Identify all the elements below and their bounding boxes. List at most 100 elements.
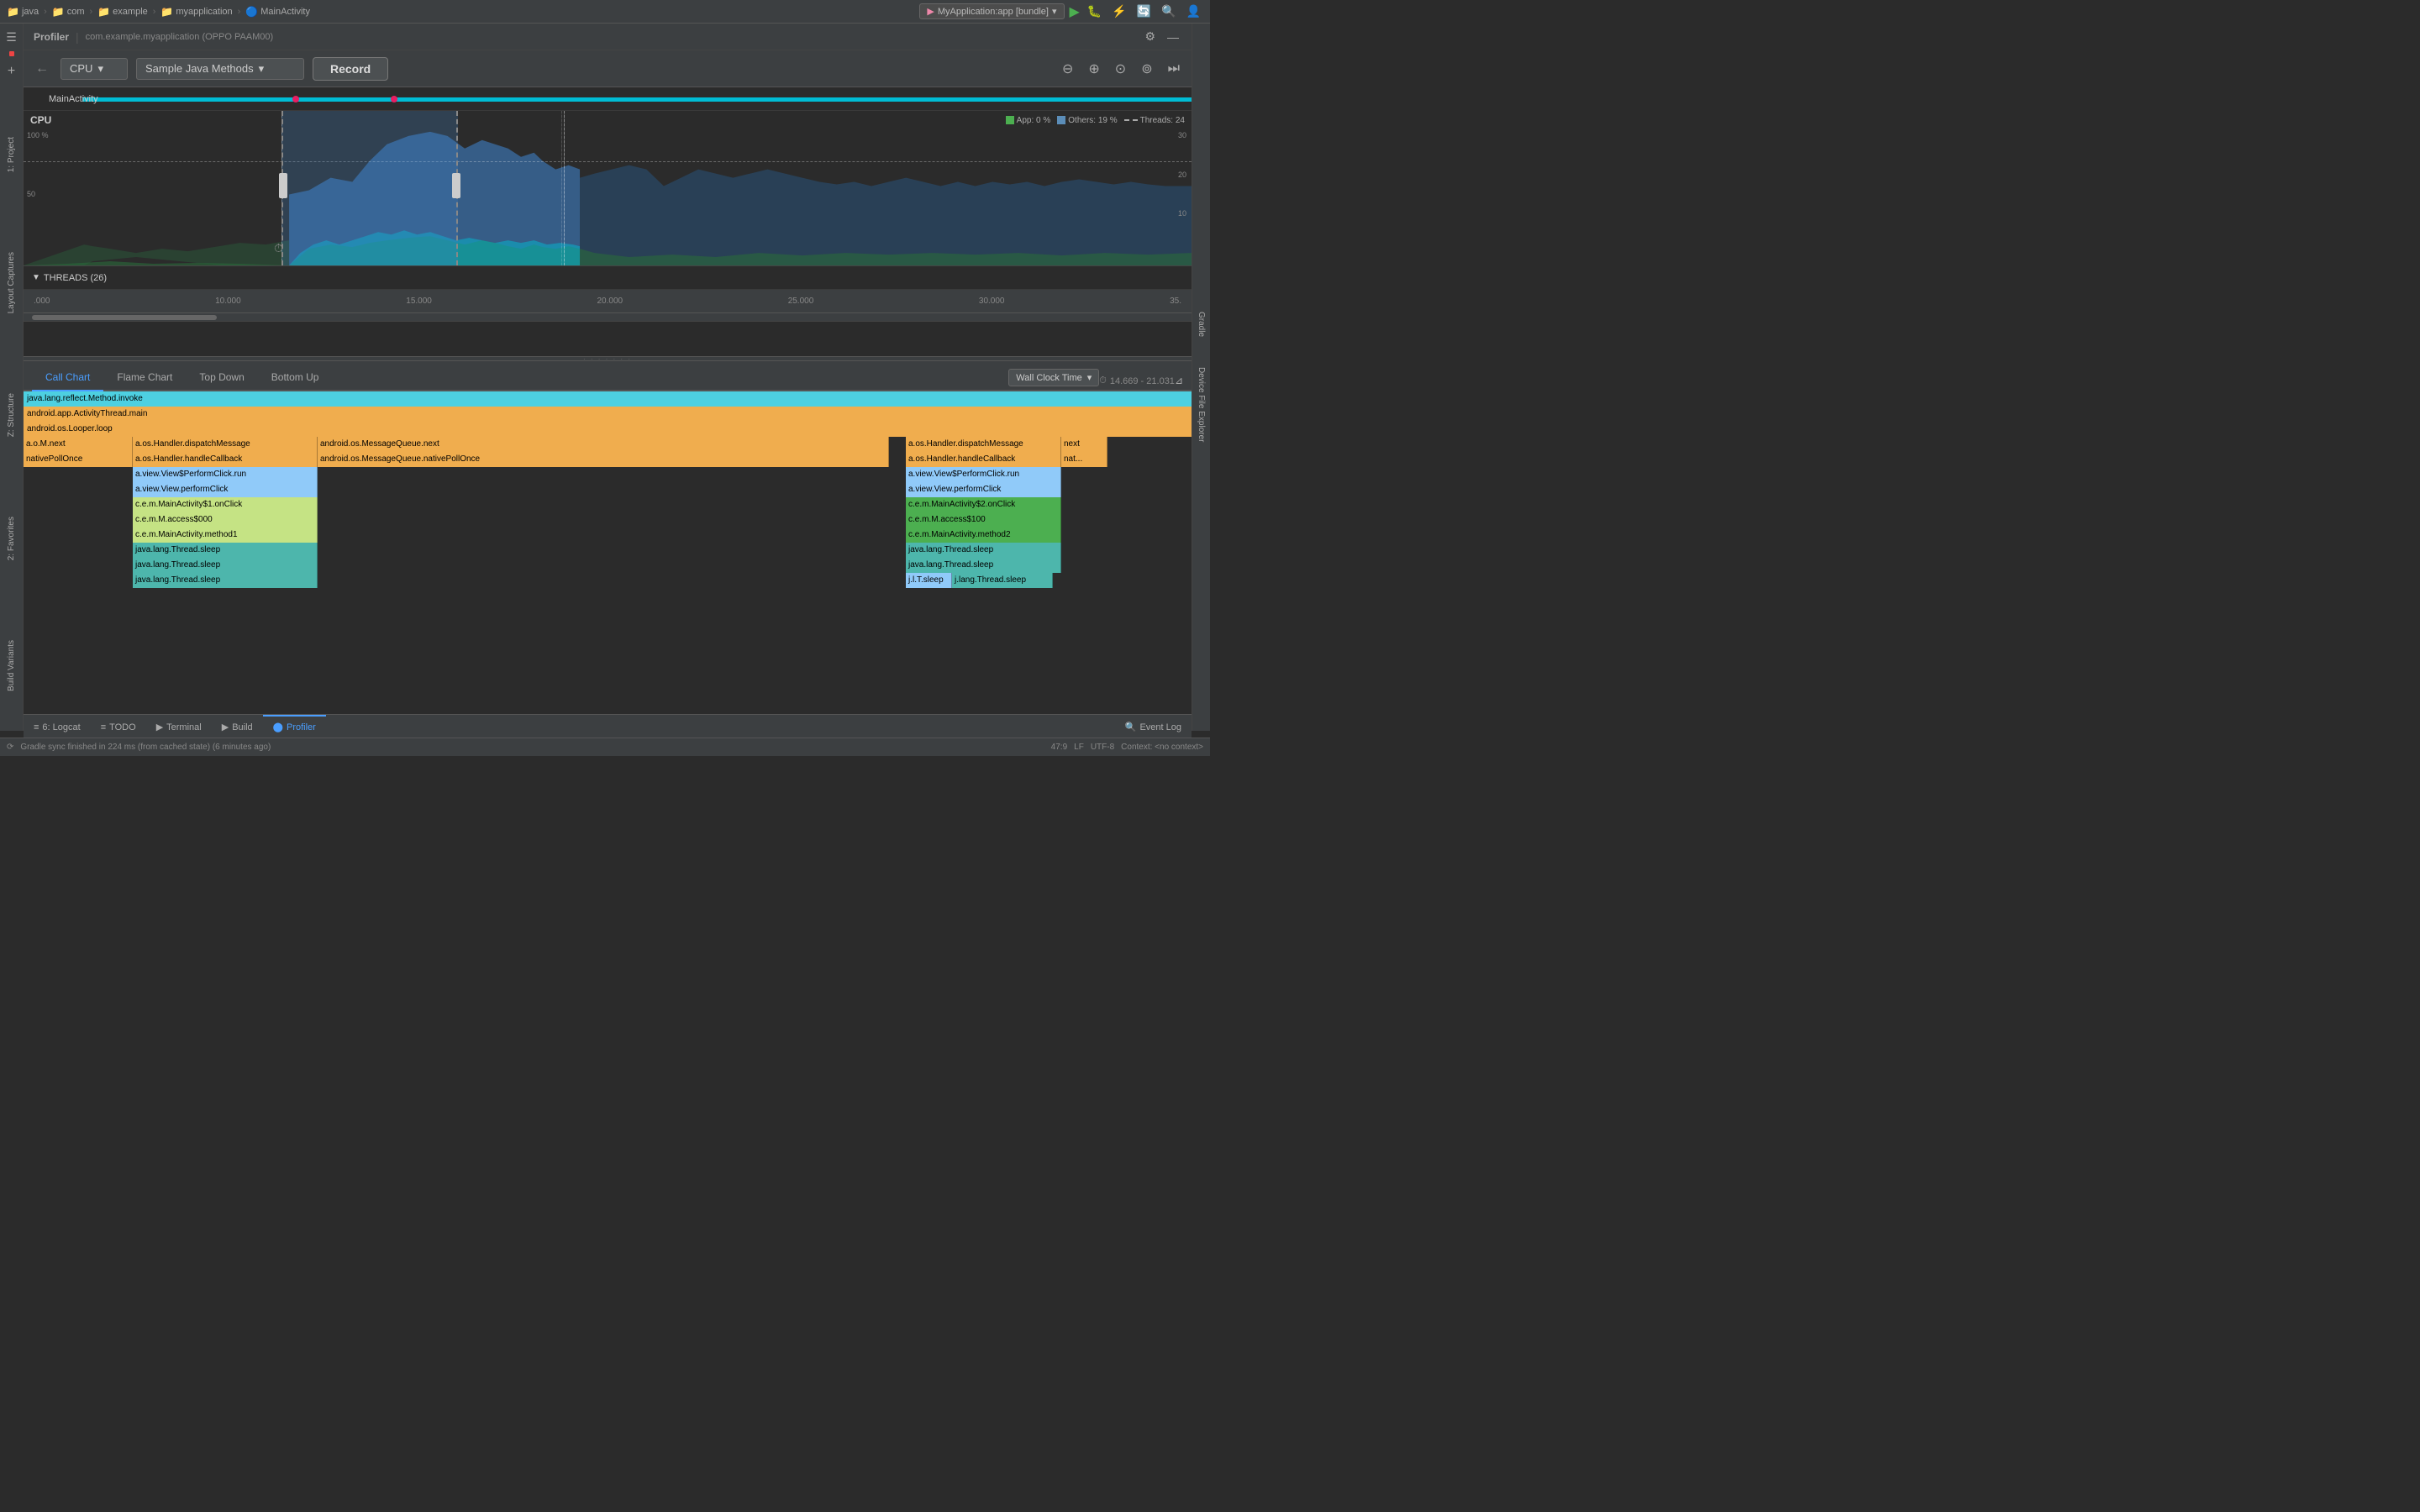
crumb-com[interactable]: 📁 com xyxy=(52,6,85,18)
btab-profiler[interactable]: ⬤ Profiler xyxy=(263,715,326,738)
todo-icon: ≡ xyxy=(101,722,106,732)
scrollbar-thumb[interactable] xyxy=(32,315,217,320)
run-config-icon: ▶ xyxy=(927,6,934,17)
spacer xyxy=(318,528,906,543)
wall-clock-dropdown[interactable]: Wall Clock Time ▾ xyxy=(1008,369,1099,386)
right-sidebar-gradle[interactable]: Gradle xyxy=(1195,305,1207,344)
time-cursor-icon: ⏱ xyxy=(274,241,283,255)
sidebar-tab-structure[interactable]: Z: Structure xyxy=(4,386,18,444)
spacer xyxy=(24,573,133,588)
next-icon[interactable]: ⏭ xyxy=(1165,61,1183,76)
minimize-icon[interactable]: — xyxy=(1165,30,1181,44)
search-button[interactable]: 🔍 xyxy=(1159,4,1178,18)
debug-button[interactable]: 🐛 xyxy=(1085,4,1104,18)
cpu-chart: CPU App: 0 % Others: 19 % Threads: 24 xyxy=(24,111,1192,266)
sidebar-tab-captures[interactable]: Layout Captures xyxy=(4,245,18,320)
crumb-java[interactable]: 📁 java xyxy=(7,6,39,18)
flame-row-12: java.lang.Thread.sleep j.l.T.sleep j.lan… xyxy=(24,573,1192,588)
method-dropdown[interactable]: Sample Java Methods ▾ xyxy=(136,58,304,80)
spacer xyxy=(318,467,906,482)
block-sleep2b: java.lang.Thread.sleep xyxy=(906,558,1061,573)
sidebar-tab-favorites[interactable]: 2: Favorites xyxy=(4,510,18,567)
bottom-panel: Call Chart Flame Chart Top Down Bottom U… xyxy=(24,361,1192,731)
sidebar-tab-project[interactable]: 1: Project xyxy=(4,130,18,179)
tab-bottom-up[interactable]: Bottom Up xyxy=(258,365,333,391)
spacer xyxy=(318,512,906,528)
record-button[interactable]: Record xyxy=(313,57,388,81)
btab-event-log[interactable]: 🔍 Event Log xyxy=(1115,715,1192,738)
main-layout: ☰ + 1: Project Layout Captures Z: Struct… xyxy=(0,24,1210,731)
cpu-right-labels: 30 20 10 xyxy=(1178,131,1186,249)
time-range: ⏱ 14.669 - 21.031 xyxy=(1099,375,1175,386)
block-sleep1a: java.lang.Thread.sleep xyxy=(133,543,318,558)
spacer xyxy=(318,497,906,512)
spacer xyxy=(318,573,906,588)
plus-icon: + xyxy=(8,64,15,78)
threads-label: THREADS (26) xyxy=(44,273,107,283)
stop-button[interactable] xyxy=(9,51,14,56)
right-sidebar-device-file[interactable]: Device File Explorer xyxy=(1195,360,1207,449)
tab-flame-chart[interactable]: Flame Chart xyxy=(103,365,186,391)
run-button[interactable]: ▶ xyxy=(1070,3,1080,20)
status-bar: ⟳ Gradle sync finished in 224 ms (from c… xyxy=(0,738,1210,756)
activity-timeline-bar xyxy=(82,97,1192,102)
run-config-dropdown[interactable]: ▶ MyApplication:app [bundle] ▾ xyxy=(919,3,1064,19)
flame-row-10: java.lang.Thread.sleep java.lang.Thread.… xyxy=(24,543,1192,558)
cpu-section-label: CPU xyxy=(30,114,51,126)
block-onClick1: c.e.m.MainActivity$1.onClick xyxy=(133,497,318,512)
folder-icon: 📁 xyxy=(97,6,110,18)
btab-build[interactable]: ▶ Build xyxy=(212,715,263,738)
block-performClick2: a.view.View.performClick xyxy=(906,482,1061,497)
profile-button[interactable]: ⚡ xyxy=(1109,4,1128,18)
timeline-area: MainActivity CPU xyxy=(24,87,1192,356)
tab-call-chart[interactable]: Call Chart xyxy=(32,365,103,391)
chevron-down-icon: ▾ xyxy=(259,62,265,76)
fit-icon[interactable]: ⊙ xyxy=(1112,60,1129,77)
others-color-dot xyxy=(1057,116,1065,124)
threads-row[interactable]: ▼ THREADS (26) xyxy=(24,266,1192,290)
account-button[interactable]: 👤 xyxy=(1184,4,1203,18)
filter-icon[interactable]: ⊿ xyxy=(1175,375,1183,386)
scrollbar-track[interactable] xyxy=(24,313,1192,322)
status-message: Gradle sync finished in 224 ms (from cac… xyxy=(20,743,271,752)
block-aosHandler2: a.os.Handler.dispatchMessage xyxy=(906,437,1061,452)
block-nativePollOnce: nativePollOnce xyxy=(24,452,133,467)
folder-icon: 📁 xyxy=(52,6,65,18)
activity-icon: 🔵 xyxy=(245,6,258,18)
crumb-example[interactable]: 📁 example xyxy=(97,6,148,18)
back-button[interactable]: ← xyxy=(32,60,52,78)
spacer xyxy=(24,467,133,482)
bottom-tabs-bar: ≡ 6: Logcat ≡ TODO ▶ Terminal ▶ Build ⬤ … xyxy=(24,714,1192,738)
sync-icon: ⟳ xyxy=(7,743,13,752)
folder-icon: 📁 xyxy=(160,6,173,18)
vline-right xyxy=(564,111,565,265)
crumb-myapplication[interactable]: 📁 myapplication xyxy=(160,6,232,18)
folder-icon: 📁 xyxy=(7,6,19,18)
sidebar-toggle[interactable]: ☰ xyxy=(2,27,22,47)
btab-todo[interactable]: ≡ TODO xyxy=(91,715,146,738)
reset-icon[interactable]: ⊚ xyxy=(1138,60,1155,77)
add-button[interactable]: + xyxy=(8,64,15,79)
sidebar-tab-buildvariants[interactable]: Build Variants xyxy=(4,633,18,698)
zoom-out-icon[interactable]: ⊖ xyxy=(1059,60,1076,77)
threads-dash-icon xyxy=(1124,119,1138,121)
flame-row-9: c.e.m.MainActivity.method1 c.e.m.MainAct… xyxy=(24,528,1192,543)
block-onClick2: c.e.m.MainActivity$2.onClick xyxy=(906,497,1061,512)
crumb-mainactivity[interactable]: 🔵 MainActivity xyxy=(245,6,310,18)
vline-selection-end xyxy=(561,111,562,265)
spacer xyxy=(24,512,133,528)
block-handleCallback1: a.os.Handler.handleCallback xyxy=(133,452,318,467)
cpu-dropdown[interactable]: CPU ▾ xyxy=(60,58,128,80)
block-nat: nat... xyxy=(1061,452,1107,467)
zoom-in-icon[interactable]: ⊕ xyxy=(1085,60,1102,77)
wall-clock-label: Wall Clock Time xyxy=(1016,373,1081,383)
reload-button[interactable]: 🔄 xyxy=(1134,4,1154,18)
btab-logcat[interactable]: ≡ 6: Logcat xyxy=(24,715,91,738)
separator: › xyxy=(44,7,47,17)
cpu-y-labels: 100 % 50 xyxy=(27,131,49,249)
settings-icon[interactable]: ⚙ xyxy=(1142,29,1158,44)
tab-top-down[interactable]: Top Down xyxy=(186,365,257,391)
chevron-down-icon: ▾ xyxy=(97,62,103,76)
block-sleep2a: java.lang.Thread.sleep xyxy=(906,543,1061,558)
btab-terminal[interactable]: ▶ Terminal xyxy=(146,715,212,738)
